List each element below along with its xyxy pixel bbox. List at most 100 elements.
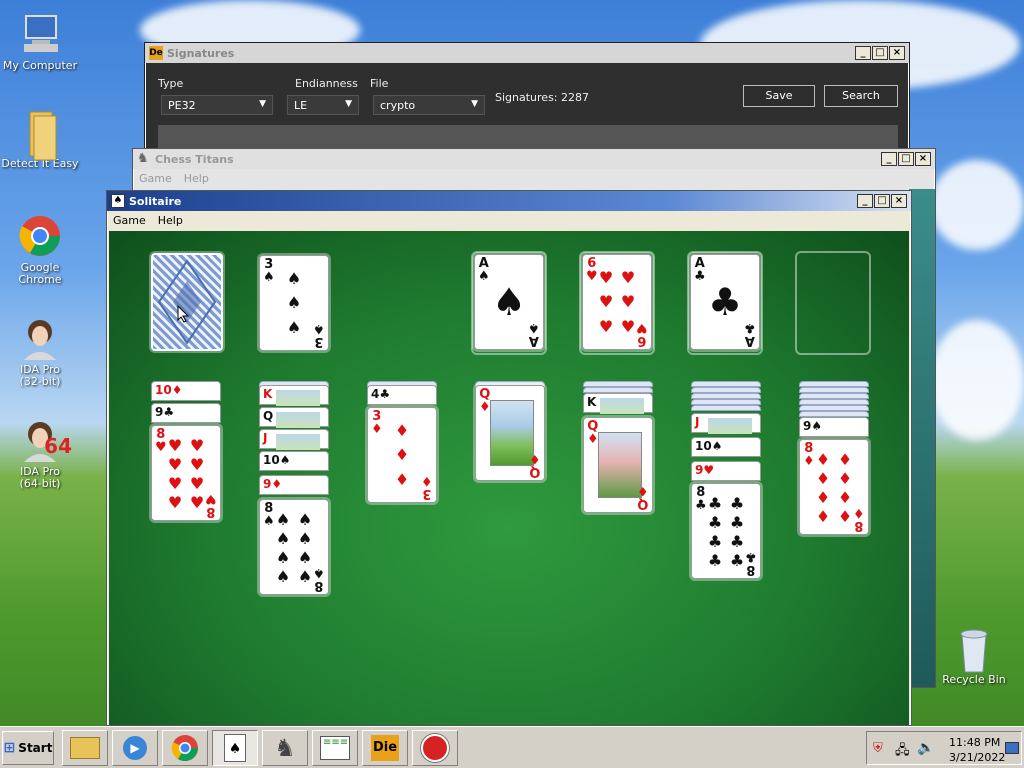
maximize-button[interactable]: □: [872, 46, 888, 60]
list-icon: ≡≡≡: [320, 736, 350, 760]
tableau-top-card[interactable]: Q ♦ Q ♦: [583, 417, 653, 513]
clock-time[interactable]: 11:48 PM: [949, 736, 1000, 749]
solitaire-app-icon: ♠: [111, 194, 125, 208]
desktop-icon-label: IDA Pro (64-bit): [19, 465, 61, 490]
ida-portrait-icon: 64: [18, 418, 72, 462]
maximize-button[interactable]: □: [898, 152, 914, 166]
minimize-button[interactable]: _: [855, 46, 871, 60]
network-icon[interactable]: 🖧: [895, 741, 910, 763]
card-rank-bottom: A ♠: [528, 320, 540, 348]
ida-bug-icon: [421, 734, 449, 762]
search-button[interactable]: Search: [824, 85, 898, 107]
system-tray: ⛨ 🖧 🔈 11:48 PM 3/21/2022: [866, 731, 1022, 765]
taskbar-media-player[interactable]: ▶: [112, 730, 158, 766]
tableau-card-stub[interactable]: 4♣: [367, 385, 437, 405]
clock-date[interactable]: 3/21/2022: [949, 751, 1005, 764]
endianness-dropdown[interactable]: LE ▼: [287, 95, 359, 115]
window-title: Chess Titans: [155, 152, 234, 166]
tableau-top-card[interactable]: 8 ♦ ♦ ♦ ♦ ♦ ♦ ♦ ♦ ♦ 8 ♦: [799, 439, 869, 535]
chrome-icon: [18, 214, 62, 258]
close-button[interactable]: ×: [915, 152, 931, 166]
menu-game[interactable]: Game: [113, 214, 146, 227]
chevron-down-icon: ▼: [345, 99, 352, 109]
desktop-icon-detect-it-easy[interactable]: Detect It Easy: [0, 110, 80, 170]
menu-game[interactable]: Game: [139, 172, 172, 185]
tableau-top-card[interactable]: 8 ♥ ♥ ♥ ♥ ♥ ♥ ♥ ♥ ♥ 8 ♥: [151, 425, 221, 521]
security-alert-icon[interactable]: ⛨: [873, 741, 883, 756]
maximize-button[interactable]: □: [874, 194, 890, 208]
volume-icon[interactable]: 🔈: [917, 740, 934, 756]
signatures-titlebar[interactable]: De Signatures _ □ ×: [145, 43, 909, 63]
foundation-card[interactable]: A ♠ ♠ A ♠: [474, 254, 544, 350]
taskbar-task-manager[interactable]: ≡≡≡: [312, 730, 358, 766]
close-button[interactable]: ×: [889, 46, 905, 60]
waste-pile[interactable]: 3 ♠ ♠ ♠ ♠ 3 ♠: [259, 255, 329, 351]
tableau-card-stub[interactable]: 9♦: [259, 475, 329, 495]
stock-pile[interactable]: [151, 253, 223, 351]
close-button[interactable]: ×: [891, 194, 907, 208]
tableau-card-stub[interactable]: J: [259, 429, 329, 450]
card-artwork: [490, 400, 534, 466]
card-rank-bottom: 8 ♦: [853, 505, 865, 533]
desktop-icon-my-computer[interactable]: My Computer: [0, 12, 80, 72]
chess-knight-icon: ♞: [274, 734, 296, 762]
window-title: Solitaire: [129, 194, 182, 208]
felt-table: 3 ♠ ♠ ♠ ♠ 3 ♠ A ♠ ♠ A ♠ 6 ♥ ♥ ♥ ♥ ♥ ♥ ♥ 6 ♥ A ♣ ♣ A ♣ 1…: [109, 231, 909, 725]
type-dropdown[interactable]: PE32 ▼: [161, 95, 273, 115]
file-dropdown[interactable]: crypto ▼: [373, 95, 485, 115]
tableau-card-stub[interactable]: K: [583, 393, 653, 414]
taskbar-solitaire[interactable]: ♠: [212, 730, 258, 766]
card-back-pattern: [157, 259, 217, 345]
tableau-top-card[interactable]: 8 ♠ ♠ ♠ ♠ ♠ ♠ ♠ ♠ ♠ 8 ♠: [259, 499, 329, 595]
show-desktop-icon[interactable]: [1005, 742, 1019, 754]
tableau-top-card[interactable]: 8 ♣ ♣ ♣ ♣ ♣ ♣ ♣ ♣ ♣ 8 ♣: [691, 483, 761, 579]
desktop-icon-ida-64[interactable]: 64 IDA Pro (64-bit): [0, 418, 80, 490]
menu-help[interactable]: Help: [158, 214, 183, 227]
menu-help[interactable]: Help: [184, 172, 209, 185]
taskbar-ida-pro[interactable]: [412, 730, 458, 766]
tableau-top-card[interactable]: Q ♦ Q ♦: [475, 385, 545, 481]
foundation-slot-empty[interactable]: [795, 251, 871, 355]
minimize-button[interactable]: _: [881, 152, 897, 166]
tableau-card-stub[interactable]: 10♠: [691, 437, 761, 457]
taskbar-chrome[interactable]: [162, 730, 208, 766]
tableau-card-stub[interactable]: 10♦: [151, 381, 221, 401]
die-app-icon: De: [149, 46, 163, 60]
card-rank-bottom: 3 ♠: [313, 321, 325, 349]
solitaire-titlebar[interactable]: ♠ Solitaire _ □ ×: [107, 191, 911, 211]
tableau-card-stub[interactable]: 9♣: [151, 403, 221, 423]
tableau-card-stub[interactable]: J: [691, 413, 761, 434]
taskbar-explorer[interactable]: [62, 730, 108, 766]
folder-icon: [18, 110, 62, 161]
chess-knight-icon: ♞: [137, 151, 149, 166]
chess-board-area: [909, 189, 935, 687]
desktop-icon-recycle-bin[interactable]: Recycle Bin: [934, 626, 1014, 686]
card-rank-bottom: 8 ♠: [313, 565, 325, 593]
foundation-card[interactable]: A ♣ ♣ A ♣: [690, 254, 760, 350]
tableau-card-stub[interactable]: K: [259, 385, 329, 406]
card-pips: ♠: [491, 280, 527, 324]
start-button[interactable]: ⊞ Start: [2, 731, 54, 765]
windows-logo-icon: ⊞: [3, 740, 16, 756]
tableau-top-card[interactable]: 3 ♦ ♦ ♦ ♦ 3 ♦: [367, 407, 437, 503]
desktop-icon-google-chrome[interactable]: Google Chrome: [0, 214, 80, 286]
signatures-count: Signatures: 2287: [495, 91, 589, 104]
save-button[interactable]: Save: [743, 85, 815, 107]
tableau-card-stub[interactable]: 10♠: [259, 451, 329, 471]
solitaire-window: ♠ Solitaire _ □ × Game Help 3 ♠ ♠ ♠ ♠ 3 ♠ A ♠…: [106, 190, 912, 726]
taskbar-chess-titans[interactable]: ♞: [262, 730, 308, 766]
computer-icon: [18, 12, 62, 56]
tableau-card-stub[interactable]: 9♥: [691, 461, 761, 481]
desktop-icon-ida-32[interactable]: IDA Pro (32-bit): [0, 316, 80, 388]
foundation-card[interactable]: 6 ♥ ♥ ♥ ♥ ♥ ♥ ♥ 6 ♥: [582, 254, 652, 350]
chess-titlebar[interactable]: ♞ Chess Titans _ □ ×: [133, 149, 935, 169]
chrome-icon: [171, 735, 199, 762]
tableau-card-stub[interactable]: 9♠: [799, 417, 869, 437]
taskbar-detect-it-easy[interactable]: Die: [362, 730, 408, 766]
die-app-icon: Die: [371, 735, 399, 761]
card-rank: Q ♦: [479, 387, 491, 415]
card-pips: ♣ ♣ ♣ ♣ ♣ ♣ ♣ ♣: [707, 494, 745, 570]
folder-icon: [70, 737, 100, 759]
minimize-button[interactable]: _: [857, 194, 873, 208]
tableau-card-stub[interactable]: Q: [259, 407, 329, 428]
